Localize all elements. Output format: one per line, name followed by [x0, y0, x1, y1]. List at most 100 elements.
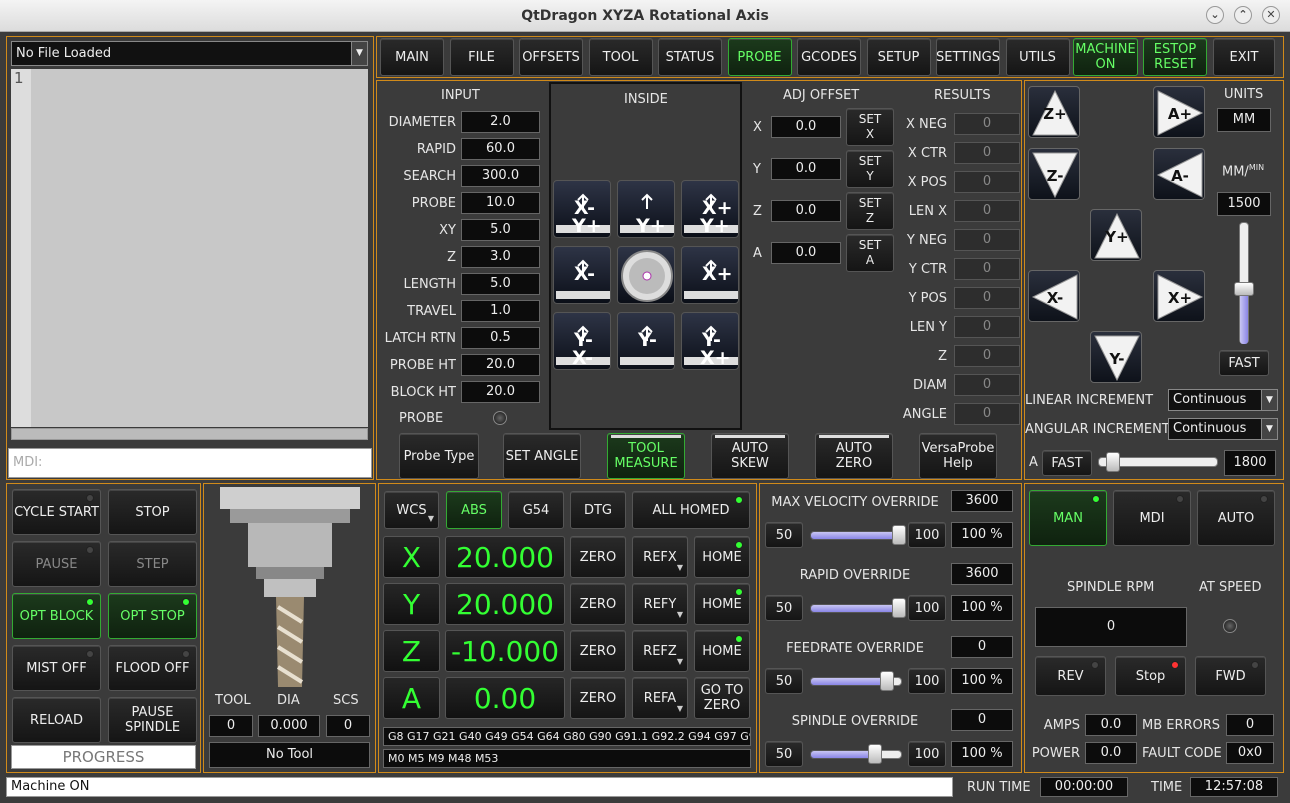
- tab-settings[interactable]: SETTINGS: [936, 38, 1000, 76]
- mode-mdi-button[interactable]: MDI: [1113, 490, 1191, 546]
- linear-increment-select[interactable]: Continuous ▼: [1168, 389, 1278, 411]
- probe-direction-button[interactable]: X+ Y+: [681, 180, 739, 238]
- program-button[interactable]: STEP: [108, 541, 197, 587]
- probe-input-field[interactable]: 60.0: [461, 138, 540, 160]
- override-handle[interactable]: [892, 525, 906, 545]
- mode-man-button[interactable]: MAN: [1029, 490, 1107, 546]
- override-max-button[interactable]: 100: [908, 668, 946, 694]
- home-button[interactable]: HOME: [694, 583, 750, 625]
- a-rate-handle[interactable]: [1105, 452, 1120, 472]
- zero-button[interactable]: ZERO: [570, 677, 626, 719]
- wcs-button[interactable]: WCS ▼: [384, 491, 439, 529]
- program-button[interactable]: MIST OFF: [12, 645, 101, 691]
- a-fast-button[interactable]: FAST: [1042, 450, 1092, 476]
- program-button[interactable]: PAUSE SPINDLE: [108, 697, 197, 743]
- ref-button[interactable]: REFZ ▼: [632, 630, 688, 672]
- probe-input-field[interactable]: 300.0: [461, 165, 540, 187]
- probe-input-field[interactable]: 5.0: [461, 273, 540, 295]
- set-offset-button[interactable]: SET Y: [846, 150, 894, 188]
- tab-utils[interactable]: UTILS: [1005, 38, 1070, 76]
- gcode-editor[interactable]: [11, 69, 368, 427]
- ref-button[interactable]: REFA ▼: [632, 677, 688, 719]
- probe-direction-button[interactable]: X+: [681, 246, 739, 304]
- jog-z-minus-button[interactable]: Z-: [1028, 148, 1080, 200]
- probe-action-button[interactable]: Probe Type: [399, 433, 479, 479]
- abs-button[interactable]: ABS: [446, 491, 502, 529]
- probe-direction-button[interactable]: X-: [553, 246, 611, 304]
- jog-a-plus-button[interactable]: A+: [1153, 86, 1205, 138]
- tab-tool[interactable]: TOOL: [588, 38, 653, 76]
- dtg-button[interactable]: DTG: [570, 491, 626, 529]
- adj-offset-field[interactable]: 0.0: [771, 200, 841, 222]
- estop-reset-button[interactable]: ESTOP RESET: [1143, 38, 1207, 76]
- program-button[interactable]: CYCLE START: [12, 489, 101, 535]
- jog-a-minus-button[interactable]: A-: [1153, 148, 1205, 200]
- probe-input-field[interactable]: 20.0: [461, 354, 540, 376]
- probe-direction-button[interactable]: Y- X+: [681, 312, 739, 370]
- ref-button[interactable]: REFX ▼: [632, 536, 688, 578]
- home-button[interactable]: GO TO ZERO: [694, 677, 750, 719]
- program-button[interactable]: STOP: [108, 489, 197, 535]
- override-handle[interactable]: [868, 744, 882, 764]
- probe-action-button[interactable]: TOOL MEASURE: [607, 433, 685, 479]
- set-offset-button[interactable]: SET Z: [846, 192, 894, 230]
- zero-button[interactable]: ZERO: [570, 536, 626, 578]
- probe-input-field[interactable]: 1.0: [461, 300, 540, 322]
- tab-gcodes[interactable]: GCODES: [797, 38, 861, 76]
- probe-input-field[interactable]: 2.0: [461, 111, 540, 133]
- home-button[interactable]: HOME: [694, 536, 750, 578]
- jog-y-plus-button[interactable]: Y+: [1090, 209, 1142, 261]
- probe-action-button[interactable]: SET ANGLE: [503, 433, 581, 479]
- tab-status[interactable]: STATUS: [658, 38, 722, 76]
- jog-x-plus-button[interactable]: X+: [1153, 270, 1205, 322]
- program-button[interactable]: RELOAD: [12, 697, 101, 743]
- adj-offset-field[interactable]: 0.0: [771, 242, 841, 264]
- fast-button[interactable]: FAST: [1219, 350, 1269, 376]
- home-button[interactable]: HOME: [694, 630, 750, 672]
- override-min-button[interactable]: 50: [765, 595, 803, 621]
- probe-direction-button[interactable]: Y-: [617, 312, 675, 370]
- override-max-button[interactable]: 100: [908, 741, 946, 767]
- override-handle[interactable]: [892, 598, 906, 618]
- set-offset-button[interactable]: SET X: [846, 108, 894, 146]
- probe-direction-button[interactable]: Y- X-: [553, 312, 611, 370]
- jog-y-minus-button[interactable]: Y-: [1090, 331, 1142, 383]
- mdi-input[interactable]: MDI:: [8, 448, 372, 478]
- tab-offsets[interactable]: OFFSETS: [519, 38, 583, 76]
- tab-main[interactable]: MAIN: [380, 38, 444, 76]
- override-min-button[interactable]: 50: [765, 741, 803, 767]
- file-selector[interactable]: No File Loaded ▼: [11, 41, 368, 66]
- probe-direction-button[interactable]: X- Y+: [553, 180, 611, 238]
- spindle-fwd-button[interactable]: FWD: [1195, 656, 1266, 696]
- exit-button[interactable]: EXIT: [1213, 38, 1275, 76]
- jog-z-plus-button[interactable]: Z+: [1028, 86, 1080, 138]
- probe-center-button[interactable]: [617, 246, 675, 304]
- zero-button[interactable]: ZERO: [570, 583, 626, 625]
- ref-button[interactable]: REFY ▼: [632, 583, 688, 625]
- set-offset-button[interactable]: SET A: [846, 234, 894, 272]
- g54-button[interactable]: G54: [508, 491, 564, 529]
- tab-file[interactable]: FILE: [449, 38, 514, 76]
- horizontal-scrollbar[interactable]: [11, 428, 368, 440]
- override-max-button[interactable]: 100: [908, 522, 946, 548]
- override-handle[interactable]: [880, 671, 894, 691]
- close-icon[interactable]: ✕: [1262, 6, 1280, 24]
- tab-probe[interactable]: PROBE: [727, 38, 792, 76]
- probe-input-field[interactable]: 0.5: [461, 327, 540, 349]
- adj-offset-field[interactable]: 0.0: [771, 158, 841, 180]
- program-button[interactable]: PAUSE: [12, 541, 101, 587]
- spindle-stop-button[interactable]: Stop: [1115, 656, 1186, 696]
- probe-action-button[interactable]: AUTO SKEW: [711, 433, 789, 479]
- probe-input-field[interactable]: 5.0: [461, 219, 540, 241]
- probe-action-button[interactable]: AUTO ZERO: [815, 433, 893, 479]
- probe-input-field[interactable]: 10.0: [461, 192, 540, 214]
- program-button[interactable]: OPT BLOCK: [12, 593, 101, 639]
- probe-direction-button[interactable]: Y+: [617, 180, 675, 238]
- override-min-button[interactable]: 50: [765, 522, 803, 548]
- angular-increment-select[interactable]: Continuous ▼: [1168, 418, 1278, 440]
- mode-auto-button[interactable]: AUTO: [1197, 490, 1275, 546]
- probe-action-button[interactable]: VersaProbe Help: [919, 433, 997, 479]
- maximize-icon[interactable]: ⌃: [1234, 6, 1252, 24]
- override-min-button[interactable]: 50: [765, 668, 803, 694]
- all-homed-button[interactable]: ALL HOMED: [632, 491, 750, 529]
